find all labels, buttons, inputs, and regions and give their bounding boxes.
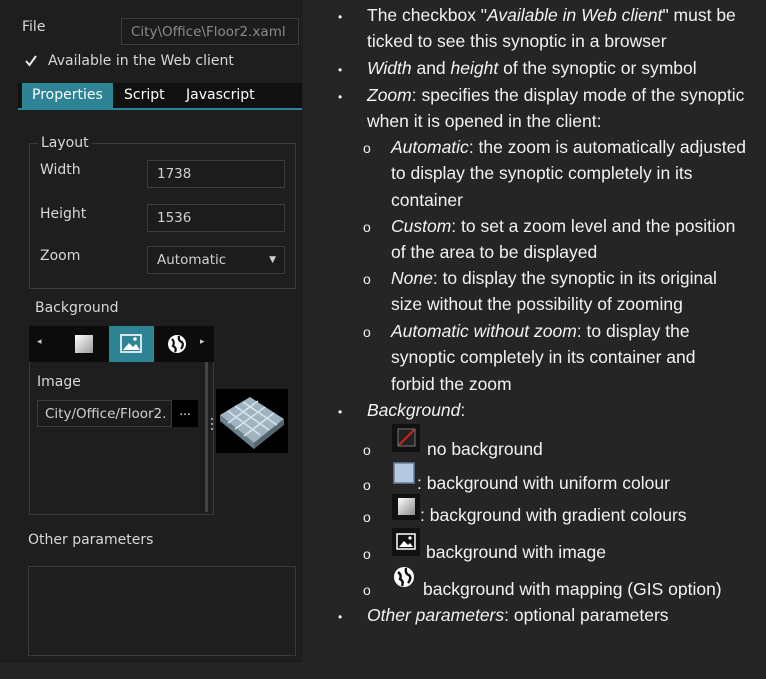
bullet-marker: •: [338, 405, 343, 419]
scroll-left-icon[interactable]: ◂: [37, 337, 42, 347]
image-background-icon: [392, 528, 420, 556]
doc-line: None: to display the synoptic in its ori…: [391, 268, 717, 288]
image-preview-thumbnail: [216, 389, 288, 453]
doc-line: Automatic without zoom: to display the: [391, 321, 690, 341]
web-client-checkbox[interactable]: [24, 53, 38, 67]
doc-line: Background:: [367, 400, 466, 420]
other-parameters-box: [28, 566, 296, 656]
doc-line: background with mapping (GIS option): [423, 579, 722, 599]
doc-line: The checkbox "Available in Web client" m…: [367, 5, 736, 25]
image-label: Image: [37, 374, 81, 390]
tab-javascript[interactable]: Javascript: [176, 83, 265, 108]
tab-bar: Properties Script Javascript: [18, 83, 302, 108]
gradient-square-icon: [75, 335, 93, 353]
doc-line: Automatic: the zoom is automatically adj…: [391, 137, 747, 157]
layout-title: Layout: [38, 135, 92, 151]
sub-bullet-marker: o: [363, 546, 371, 562]
uniform-colour-icon: [392, 461, 417, 487]
image-background-button[interactable]: [109, 326, 154, 362]
doc-line: of the area to be displayed: [391, 242, 598, 262]
doc-line: synoptic completely in its container and: [391, 347, 696, 367]
doc-line: : background with gradient colours: [420, 505, 687, 525]
checkmark-icon: [25, 55, 37, 67]
doc-line: to display the synoptic completely in it…: [391, 163, 693, 183]
background-type-selector: ◂ ▸: [29, 326, 214, 362]
dropdown-arrow-icon: ▼: [269, 255, 276, 265]
bullet-marker: •: [338, 63, 343, 77]
tab-underline: [18, 108, 302, 110]
file-path-field[interactable]: City\Office\Floor2.xaml: [121, 18, 299, 45]
image-path-field[interactable]: City/Office/Floor2.: [37, 400, 172, 427]
sub-bullet-marker: o: [363, 442, 371, 458]
width-field[interactable]: 1738: [147, 160, 285, 188]
width-label: Width: [40, 162, 81, 178]
doc-line: Width and height of the synoptic or symb…: [367, 58, 697, 78]
doc-line: ticked to see this synoptic in a browser: [367, 31, 667, 51]
background-label: Background: [35, 300, 119, 316]
sub-bullet-marker: o: [363, 140, 371, 156]
sub-bullet-marker: o: [363, 477, 371, 493]
sub-bullet-marker: o: [363, 219, 371, 235]
doc-line: background with image: [426, 542, 606, 562]
sub-bullet-marker: o: [363, 509, 371, 525]
height-label: Height: [40, 206, 87, 222]
image-icon: [120, 334, 142, 353]
mapping-background-button[interactable]: [160, 326, 198, 362]
zoom-select[interactable]: Automatic ▼: [147, 246, 285, 274]
file-label: File: [22, 19, 46, 35]
tab-properties[interactable]: Properties: [22, 83, 113, 108]
properties-panel: File City\Office\Floor2.xaml Available i…: [0, 0, 303, 663]
vertical-scrollbar[interactable]: [205, 362, 208, 512]
doc-line: Zoom: specifies the display mode of the …: [367, 85, 745, 105]
globe-icon: [168, 335, 186, 353]
doc-line: when it is opened in the client:: [367, 111, 602, 131]
height-field[interactable]: 1536: [147, 204, 285, 232]
bullet-marker: •: [338, 10, 343, 24]
no-background-icon: [392, 424, 420, 452]
doc-line: size without the possibility of zooming: [391, 294, 683, 314]
zoom-label: Zoom: [40, 248, 81, 264]
bullet-marker: •: [338, 610, 343, 624]
scroll-right-icon[interactable]: ▸: [200, 337, 205, 347]
zoom-value: Automatic: [157, 252, 227, 268]
gradient-colour-icon: [392, 494, 420, 520]
doc-line: no background: [427, 439, 543, 459]
doc-line: forbid the zoom: [391, 374, 512, 394]
sub-bullet-marker: o: [363, 582, 371, 598]
sub-bullet-marker: o: [363, 271, 371, 287]
web-client-label: Available in the Web client: [48, 53, 234, 69]
doc-line: Other parameters: optional parameters: [367, 605, 669, 625]
doc-line: container: [391, 190, 463, 210]
tab-script[interactable]: Script: [114, 83, 175, 108]
resize-grip-icon[interactable]: [210, 416, 214, 431]
gradient-background-button[interactable]: [65, 326, 103, 362]
browse-button[interactable]: ...: [172, 400, 198, 427]
doc-line: : background with uniform colour: [417, 473, 670, 493]
bullet-marker: •: [338, 90, 343, 104]
doc-line: Custom: to set a zoom level and the posi…: [391, 216, 736, 236]
other-parameters-label: Other parameters: [28, 532, 154, 548]
sub-bullet-marker: o: [363, 324, 371, 340]
mapping-globe-icon: [392, 565, 418, 591]
